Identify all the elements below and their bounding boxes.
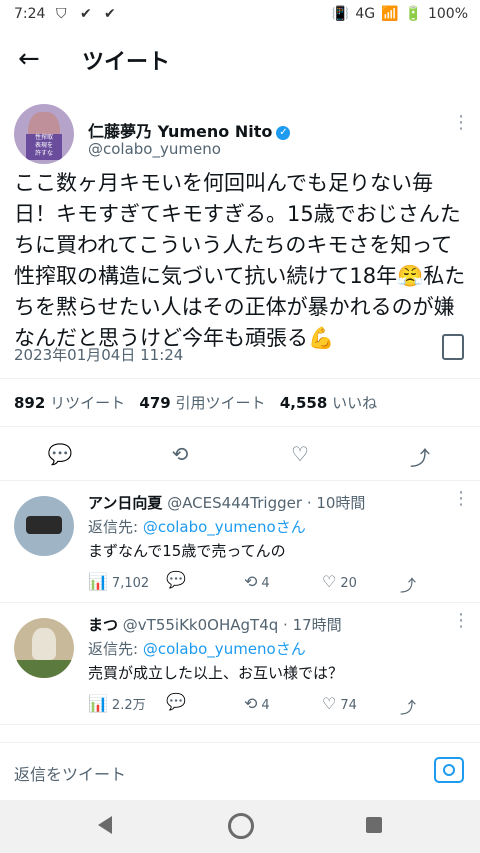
- nav-home-icon[interactable]: [228, 813, 254, 839]
- retweet-count: 4: [261, 698, 270, 713]
- retweet-icon: ⟲: [244, 694, 258, 713]
- reply-to-handle[interactable]: @colabo_yumeno: [143, 640, 276, 658]
- reply-to-prefix: 返信先:: [88, 640, 143, 658]
- status-time: 7:24: [14, 6, 46, 22]
- reply-to: 返信先: @colabo_yumenoさん: [88, 516, 306, 537]
- reply-author-name[interactable]: まつ: [88, 616, 118, 634]
- reply-like[interactable]: ♡ 20: [322, 572, 357, 591]
- reply-handle[interactable]: @vT55iKk0OHAgT4q: [123, 616, 278, 634]
- more-options-icon[interactable]: ⋮: [452, 488, 470, 509]
- divider: [0, 724, 480, 725]
- more-options-icon[interactable]: ⋮: [452, 112, 470, 133]
- camera-icon[interactable]: [434, 757, 464, 783]
- quote-count[interactable]: 479: [139, 394, 170, 412]
- like-count[interactable]: 4,558: [280, 394, 327, 412]
- reply-to: 返信先: @colabo_yumenoさん: [88, 638, 306, 659]
- avatar-sign: 性搾取 表現を 許すな: [26, 134, 62, 160]
- reply-icon[interactable]: 💬: [166, 570, 190, 589]
- like-count: 74: [340, 698, 357, 713]
- reply-input[interactable]: 返信をツイート: [14, 761, 126, 785]
- avatar-figure: [32, 628, 56, 660]
- reply-icon[interactable]: 💬: [45, 442, 75, 466]
- like-label[interactable]: いいね: [332, 394, 377, 412]
- quote-label[interactable]: 引用ツイート: [176, 394, 266, 412]
- vibrate-icon: 📳: [331, 6, 350, 22]
- reply-avatar[interactable]: [14, 496, 74, 556]
- more-options-icon[interactable]: ⋮: [452, 610, 470, 631]
- tweet-stats: 892 リツイート 479 引用ツイート 4,558 いいね: [14, 392, 377, 413]
- reply-like[interactable]: ♡ 74: [322, 694, 357, 713]
- reply-header: アン日向夏 @ACES444Trigger · 10時間: [88, 492, 365, 513]
- reply-text: 売買が成立した以上、お互い様では？: [88, 664, 344, 682]
- system-nav-bar: [0, 800, 480, 853]
- reply-retweet[interactable]: ⟲ 4: [244, 572, 270, 591]
- share-icon[interactable]: ⤴: [400, 572, 420, 596]
- status-bar: 7:24 ⛉ ✔ ✔ 📳 4G 📶 🔋 100%: [0, 0, 480, 30]
- author-name-row[interactable]: 仁藤夢乃 Yumeno Nito ✓: [88, 118, 291, 142]
- check-icon: ✔: [80, 6, 92, 22]
- avatar-ground: [14, 660, 74, 678]
- battery-label: 100%: [427, 6, 468, 22]
- battery-icon: 🔋: [404, 6, 422, 22]
- network-label: 4G: [355, 6, 376, 22]
- views-icon: 📊: [88, 572, 108, 591]
- reply-time: · 10時間: [306, 494, 366, 512]
- author-name: 仁藤夢乃 Yumeno Nito: [88, 122, 273, 141]
- top-bar: ← ツイート: [0, 30, 480, 88]
- reply-to-prefix: 返信先:: [88, 518, 143, 536]
- like-count: 20: [340, 576, 357, 591]
- reply-time: · 17時間: [283, 616, 342, 634]
- divider: [0, 426, 480, 427]
- status-right: 📳 4G 📶 🔋 100%: [332, 6, 468, 22]
- reply-handle[interactable]: @ACES444Trigger: [167, 494, 302, 512]
- nav-back-icon[interactable]: [98, 816, 112, 834]
- reply-views[interactable]: 📊 7,102: [88, 572, 149, 591]
- translate-note-icon[interactable]: [442, 334, 464, 360]
- retweet-label[interactable]: リツイート: [50, 394, 125, 412]
- heart-icon: ♡: [322, 694, 337, 713]
- divider: [0, 602, 480, 603]
- back-arrow-icon[interactable]: ←: [18, 44, 40, 74]
- divider: [0, 480, 480, 481]
- reply-author-name[interactable]: アン日向夏: [88, 494, 162, 512]
- divider: [0, 378, 480, 379]
- share-icon[interactable]: ⤴: [405, 442, 435, 471]
- reply-item[interactable]: アン日向夏 @ACES444Trigger · 10時間 ⋮ 返信先: @col…: [0, 482, 480, 600]
- tweet-actions: 💬 ⟲ ♡ ⤴: [0, 432, 480, 476]
- tweet-body: ここ数ヶ月キモいを何回叫んでも足りない毎日！キモすぎてキモすぎる。15歳でおじさ…: [14, 171, 466, 350]
- reply-header: まつ @vT55iKk0OHAgT4q · 17時間: [88, 614, 342, 635]
- author-handle[interactable]: @colabo_yumeno: [88, 140, 221, 158]
- avatar-figure: [26, 516, 62, 534]
- page-title: ツイート: [82, 50, 171, 75]
- shield-icon: ⛉: [56, 6, 67, 22]
- reply-item[interactable]: まつ @vT55iKk0OHAgT4q · 17時間 ⋮ 返信先: @colab…: [0, 604, 480, 722]
- reply-to-suffix[interactable]: さん: [276, 518, 306, 536]
- views-count: 7,102: [111, 576, 150, 591]
- check-icon: ✔: [104, 6, 116, 22]
- reply-icon[interactable]: 💬: [166, 692, 190, 711]
- reply-to-handle[interactable]: @colabo_yumeno: [143, 518, 276, 536]
- views-icon: 📊: [88, 694, 108, 713]
- tweet-timestamp: 2023年01月04日 11:24: [14, 346, 184, 364]
- retweet-count[interactable]: 892: [14, 394, 45, 412]
- retweet-icon[interactable]: ⟲: [165, 442, 195, 466]
- reply-to-suffix[interactable]: さん: [276, 640, 306, 658]
- heart-icon: ♡: [322, 572, 337, 591]
- verified-badge-icon: ✓: [276, 125, 291, 140]
- heart-icon[interactable]: ♡: [285, 442, 315, 466]
- author-avatar[interactable]: 性搾取 表現を 許すな: [14, 104, 74, 164]
- reply-text: まずなんで15歳で売ってんの: [88, 542, 286, 560]
- reply-views[interactable]: 📊 2.2万: [88, 694, 146, 713]
- share-icon[interactable]: ⤴: [400, 694, 420, 718]
- views-count: 2.2万: [111, 698, 146, 713]
- reply-avatar[interactable]: [14, 618, 74, 678]
- nav-recents-icon[interactable]: [366, 817, 382, 833]
- reply-composer[interactable]: 返信をツイート: [0, 742, 480, 799]
- retweet-icon: ⟲: [244, 572, 258, 591]
- signal-icon: 📶: [381, 6, 399, 22]
- retweet-count: 4: [261, 576, 270, 591]
- reply-retweet[interactable]: ⟲ 4: [244, 694, 270, 713]
